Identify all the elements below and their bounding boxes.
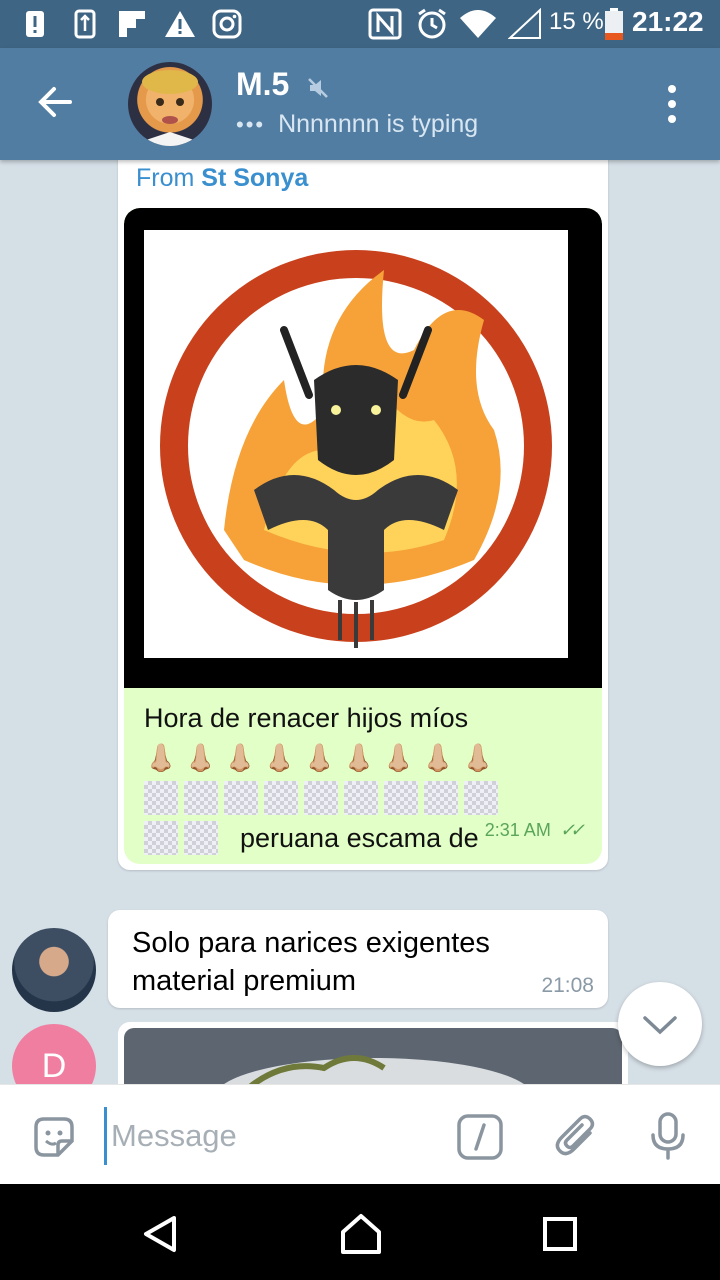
microphone-icon — [651, 1112, 685, 1160]
double-check-icon: ✓✓ — [559, 820, 585, 840]
square-recents-icon — [543, 1217, 577, 1251]
forwarded-timestamp: 2:31 AM ✓✓ — [484, 820, 585, 841]
nose-emoji: 👃🏼 — [302, 743, 337, 773]
signal-icon — [508, 8, 542, 39]
caption-line-3-text: peruana escama de — [240, 823, 479, 853]
photo-content — [224, 1055, 524, 1084]
arrow-left-icon — [38, 87, 72, 117]
nose-emoji: 👃🏼 — [381, 743, 416, 773]
unrendered-emoji-icon — [144, 781, 178, 815]
chat-avatar[interactable] — [128, 62, 212, 146]
message-line-2: material premium — [132, 965, 356, 997]
typing-text: Nnnnnnn is typing — [278, 110, 479, 138]
usb-icon — [74, 9, 96, 39]
forward-prefix: From — [136, 164, 202, 192]
text-message[interactable]: Solo para narices exigentes material pre… — [108, 910, 608, 1008]
battery-icon — [604, 8, 624, 40]
message-text: Solo para narices exigentes material pre… — [132, 924, 532, 1000]
status-time: 21:22 — [632, 6, 704, 37]
alert-icon — [24, 9, 46, 39]
status-bar: 15 % 21:22 — [0, 0, 720, 48]
home-icon — [341, 1214, 381, 1254]
photo-thumbnail — [124, 1028, 622, 1084]
nose-emoji: 👃🏼 — [262, 743, 297, 773]
nfc-icon — [368, 8, 402, 40]
voice-record-button[interactable] — [648, 1111, 688, 1166]
paperclip-icon — [555, 1114, 595, 1156]
more-vertical-icon — [668, 85, 676, 123]
forwarded-time: 2:31 AM — [484, 820, 551, 840]
unrendered-emoji-icon — [144, 821, 178, 855]
nose-emoji: 👃🏼 — [144, 743, 178, 773]
back-button[interactable] — [28, 74, 84, 130]
sender-avatar[interactable] — [12, 928, 96, 1012]
nose-emoji: 👃🏼 — [223, 743, 257, 773]
unrendered-emoji-icon — [344, 781, 378, 815]
bot-commands-button[interactable] — [456, 1113, 504, 1166]
caption-line-4: pescado — [144, 858, 584, 864]
nose-emoji-row: 👃🏼 👃🏼 👃🏼 👃🏼 👃🏼 👃🏼 👃🏼 👃🏼 👃🏼 — [144, 738, 584, 778]
flipboard-icon — [118, 9, 146, 39]
unrendered-emoji-icon — [184, 821, 218, 855]
chat-title[interactable]: M.5 — [236, 66, 289, 103]
sticker-button[interactable] — [30, 1113, 78, 1166]
message-input[interactable] — [104, 1107, 443, 1165]
slash-command-icon — [457, 1114, 503, 1160]
battery-percent: 15 % — [549, 8, 604, 35]
forward-sender[interactable]: St Sonya — [201, 164, 308, 192]
nose-emoji: 👃🏼 — [461, 743, 495, 773]
chevron-down-icon — [643, 1016, 677, 1035]
unrendered-emoji-icon — [264, 781, 298, 815]
instagram-icon — [212, 9, 242, 39]
mute-icon — [306, 76, 330, 105]
goat-emblem-image — [160, 250, 552, 648]
avatar-face — [142, 70, 198, 146]
scroll-to-bottom-button[interactable] — [618, 982, 702, 1066]
nose-emoji: 👃🏼 — [183, 743, 218, 773]
forwarded-content: Hora de renacer hijos míos 👃🏼 👃🏼 👃🏼 👃🏼 👃… — [124, 208, 602, 864]
nav-recents-button[interactable] — [542, 1216, 578, 1257]
attach-button[interactable] — [552, 1111, 602, 1166]
system-nav-bar — [0, 1184, 720, 1280]
next-photo-message[interactable] — [118, 1022, 628, 1084]
more-options-button[interactable] — [656, 82, 688, 126]
nav-home-button[interactable] — [338, 1212, 384, 1261]
unrendered-emoji-icon — [304, 781, 338, 815]
sender-avatar-letter[interactable]: D — [12, 1024, 96, 1084]
unrendered-emoji-icon — [464, 781, 498, 815]
nav-back-button[interactable] — [140, 1214, 180, 1259]
nose-emoji: 👃🏼 — [421, 743, 455, 773]
chat-header: M.5 ••• Nnnnnnn is typing — [0, 48, 720, 160]
alarm-icon — [416, 8, 448, 39]
message-list[interactable]: From St Sonya Hora de renacer hijos míos… — [0, 160, 720, 1084]
sticker-icon — [34, 1117, 74, 1157]
triangle-back-icon — [144, 1216, 176, 1252]
image-canvas — [144, 230, 568, 658]
forward-header[interactable]: From St Sonya — [136, 164, 308, 193]
forwarded-message[interactable]: From St Sonya Hora de renacer hijos míos… — [118, 160, 608, 870]
unrendered-emoji-icon — [384, 781, 418, 815]
wifi-icon — [458, 9, 498, 39]
typing-status: ••• Nnnnnnn is typing — [236, 110, 478, 139]
nose-emoji: 👃🏼 — [342, 743, 376, 773]
warning-icon — [164, 9, 196, 39]
unrendered-emoji-row — [144, 778, 584, 818]
message-line-1: Solo para narices exigentes — [132, 927, 490, 959]
typing-dots-icon: ••• — [236, 112, 266, 137]
forwarded-image[interactable] — [124, 208, 602, 688]
message-timestamp: 21:08 — [541, 974, 594, 997]
unrendered-emoji-icon — [424, 781, 458, 815]
unrendered-emoji-icon — [224, 781, 258, 815]
unrendered-emoji-icon — [184, 781, 218, 815]
message-composer — [0, 1084, 720, 1185]
caption-line-1: Hora de renacer hijos míos — [144, 703, 469, 733]
